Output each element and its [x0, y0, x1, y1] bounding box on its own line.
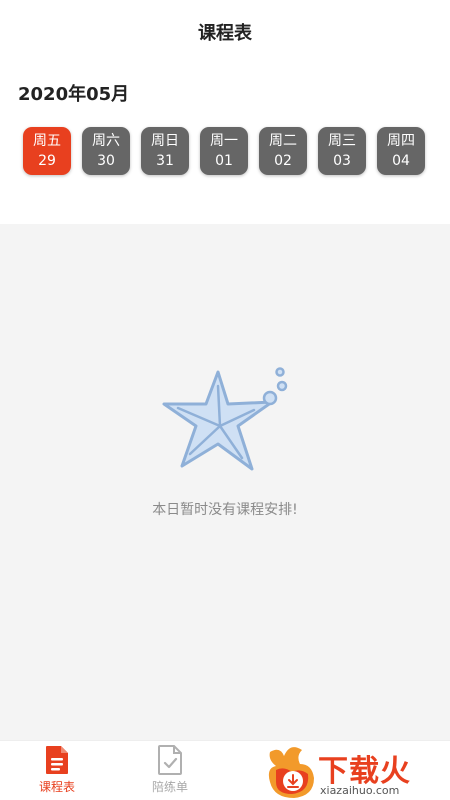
tab-label: 陪练单: [151, 780, 188, 794]
day-date: 30: [97, 153, 115, 169]
month-label: 2020年05月: [18, 84, 130, 105]
day-item-0[interactable]: 周五 29: [23, 127, 71, 175]
day-item-3[interactable]: 周一 01: [200, 127, 248, 175]
day-item-2[interactable]: 周日 31: [141, 127, 189, 175]
day-item-4[interactable]: 周二 02: [259, 127, 307, 175]
day-weekday: 周四: [387, 133, 415, 149]
watermark: 下载火 xiazaihuo.com: [262, 742, 450, 800]
day-date: 04: [392, 153, 410, 169]
day-selector: 周五 29 周六 30 周日 31 周一 01 周二 02 周三 03 周四 0…: [23, 127, 425, 175]
schedule-content: 本日暂时没有课程安排!: [0, 224, 450, 740]
checklist-icon: [158, 745, 182, 775]
day-weekday: 周日: [151, 133, 179, 149]
watermark-subtext: xiazaihuo.com: [320, 784, 400, 797]
day-date: 02: [274, 153, 292, 169]
day-weekday: 周一: [210, 133, 238, 149]
empty-message: 本日暂时没有课程安排!: [152, 502, 298, 518]
page-title: 课程表: [198, 23, 252, 44]
day-date: 31: [156, 153, 174, 169]
day-item-6[interactable]: 周四 04: [377, 127, 425, 175]
tab-schedule[interactable]: 课程表: [27, 745, 87, 800]
flame-logo-icon: [268, 747, 314, 798]
starfish-icon: [162, 367, 288, 471]
document-icon: [46, 746, 68, 774]
tab-practice[interactable]: 陪练单: [140, 745, 200, 800]
day-item-5[interactable]: 周三 03: [318, 127, 366, 175]
day-date: 29: [38, 153, 56, 169]
day-date: 01: [215, 153, 233, 169]
day-weekday: 周六: [92, 133, 120, 149]
day-weekday: 周二: [269, 133, 297, 149]
day-weekday: 周五: [33, 133, 61, 149]
day-date: 03: [333, 153, 351, 169]
day-weekday: 周三: [328, 133, 356, 149]
tab-label: 课程表: [38, 780, 75, 794]
day-item-1[interactable]: 周六 30: [82, 127, 130, 175]
page-header: 课程表: [0, 0, 450, 64]
